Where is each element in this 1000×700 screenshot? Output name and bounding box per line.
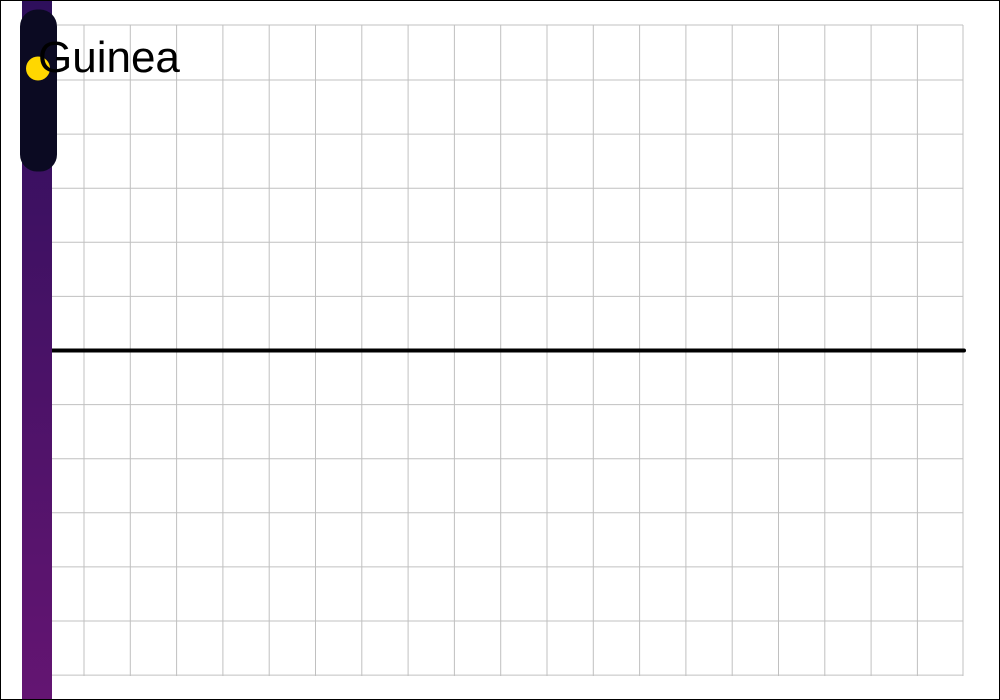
chart-frame: Guinea (0, 0, 1000, 700)
chart-title: Guinea (38, 33, 180, 82)
chart-svg: Guinea (20, 1, 966, 699)
